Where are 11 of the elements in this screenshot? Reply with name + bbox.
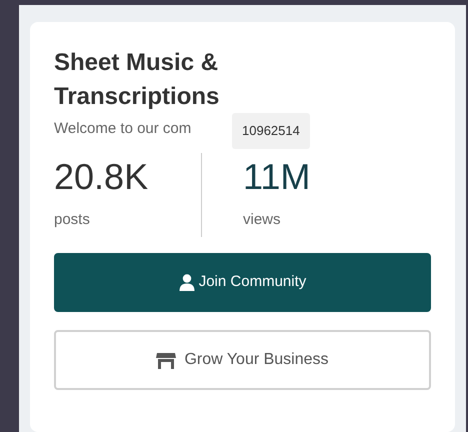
stat-value: 20.8K [54, 156, 150, 196]
tooltip: 10962514 [232, 113, 310, 148]
community-title: Sheet Music & Transcriptions [54, 48, 220, 112]
stat-label: posts [54, 210, 91, 230]
business-button[interactable]: Grow Your Business [54, 330, 431, 390]
join-button[interactable]: Join Community [54, 253, 431, 312]
person-icon [178, 274, 195, 291]
community-description: Welcome to our com [54, 119, 192, 139]
stat-label: views [243, 210, 282, 230]
store-icon [156, 352, 176, 368]
stat-value: 11M [243, 156, 310, 196]
